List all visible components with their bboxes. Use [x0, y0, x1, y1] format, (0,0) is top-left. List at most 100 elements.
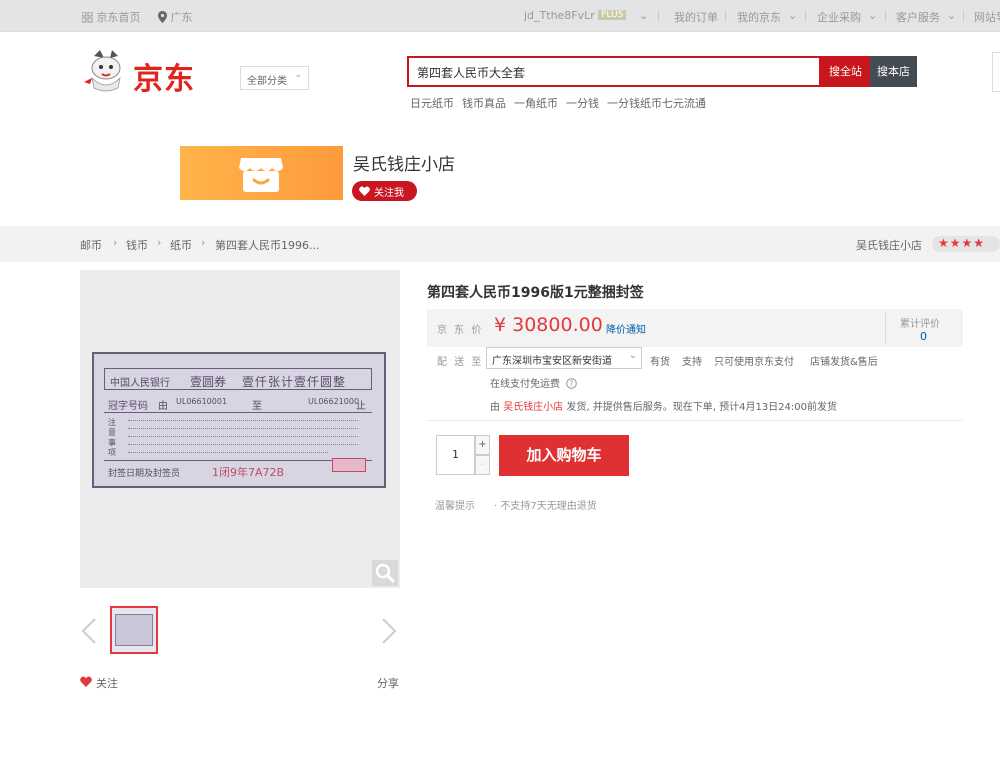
service-item: 只可使用京东支付 [714, 357, 794, 368]
add-to-cart-button[interactable]: 加入购物车 [499, 435, 629, 476]
category-select[interactable]: 全部分类 ⌄ [240, 66, 309, 90]
plus-badge[interactable]: PLUS [598, 10, 627, 20]
share-link[interactable]: 分享 [377, 675, 399, 691]
category-label: 全部分类 [247, 76, 287, 87]
follow-product-link[interactable]: 关注 [96, 675, 118, 691]
fine-print-line [128, 420, 358, 422]
shop-rating[interactable]: ★★★★ [932, 236, 1000, 252]
fine-print-line [128, 452, 328, 454]
red-seal-stamp [332, 458, 366, 472]
username-link[interactable]: jd_Tthe8FvLr [524, 9, 595, 22]
chevron-down-icon: ⌄ [294, 70, 302, 80]
banknote-seal-label-image: 中国人民银行 壹圆券 壹仟张计壹仟圆整 冠字号码 由 UL06610001 至 … [92, 352, 386, 488]
ticket-stamp-label: 封签日期及封签员 [108, 469, 181, 479]
fine-print-line [128, 428, 358, 430]
product-title: 第四套人民币1996版1元整捆封签 [427, 285, 644, 301]
chevron-right-icon: › [157, 236, 162, 249]
jd-dog-icon [84, 50, 121, 92]
breadcrumb [0, 226, 1000, 262]
question-icon[interactable]: ? [566, 378, 577, 389]
fine-print-line [128, 436, 358, 438]
divider [805, 10, 806, 22]
chevron-down-icon: ⌄ [947, 9, 957, 22]
search-all-button[interactable]: 搜全站 [821, 56, 870, 87]
search-store-button[interactable]: 搜本店 [870, 56, 917, 87]
address-select[interactable]: 广东深圳市宝安区新安街道 ⌄ [486, 347, 642, 369]
side-toolbar-edge[interactable] [992, 52, 1000, 92]
ticket-from: 由 [158, 401, 168, 412]
ship-shop-link[interactable]: 吴氏钱庄小店 [503, 402, 563, 413]
hot-word-link[interactable]: 日元纸币 [410, 95, 454, 111]
breadcrumb-item[interactable]: 纸币 [170, 237, 192, 253]
quantity-decrease-button[interactable]: - [475, 455, 490, 475]
location-label: 广东 [170, 11, 193, 24]
divider [104, 412, 372, 413]
customer-service-link[interactable]: 客户服务 [896, 9, 940, 25]
tip-value: · 不支持7天无理由退货 [494, 501, 597, 512]
site-nav-link[interactable]: 网站导航 [974, 9, 1000, 25]
hot-word-link[interactable]: 一分钱 [566, 95, 599, 111]
hot-word-link[interactable]: 钱币真品 [462, 95, 506, 111]
follow-shop-button[interactable]: 关注我 [352, 181, 417, 201]
prev-image-button[interactable] [80, 617, 98, 645]
jd-mascot-logo[interactable] [82, 48, 132, 92]
thumbnail-preview [115, 614, 153, 646]
ticket-bank: 中国人民银行 [110, 378, 170, 389]
breadcrumb-item[interactable]: 钱币 [126, 237, 148, 253]
hot-word-link[interactable]: 一角纸币 [514, 95, 558, 111]
grid-icon [82, 12, 93, 23]
chevron-right-icon: › [201, 236, 206, 249]
home-link[interactable]: 京东首页 [82, 9, 141, 25]
jd-logo-text[interactable]: 京东 [133, 54, 195, 98]
divider [725, 10, 726, 22]
my-orders-link[interactable]: 我的订单 [674, 9, 718, 25]
ship-prefix: 由 [490, 402, 500, 413]
divider [885, 10, 886, 22]
my-jd-link[interactable]: 我的京东 [737, 9, 781, 25]
enterprise-link[interactable]: 企业采购 [817, 9, 861, 25]
shop-banner[interactable] [180, 146, 343, 200]
divider [885, 312, 886, 344]
chevron-down-icon: ⌄ [868, 9, 878, 22]
address-value: 广东深圳市宝安区新安街道 [492, 356, 612, 367]
breadcrumb-shop-link[interactable]: 吴氏钱庄小店 [856, 237, 922, 253]
location-pin-icon [158, 11, 167, 23]
shop-name[interactable]: 吴氏钱庄小店 [353, 150, 455, 175]
zoom-button[interactable] [372, 560, 398, 586]
tip-label: 温馨提示 [435, 501, 475, 512]
heart-icon [359, 186, 370, 196]
svg-text:?: ? [570, 379, 574, 388]
ticket-serial-to: UL06621000 [308, 397, 360, 406]
service-item: 店铺发货&售后 [810, 357, 878, 368]
heart-icon[interactable] [80, 676, 92, 687]
review-count-link[interactable]: 0 [920, 330, 927, 343]
ticket-serial-from: UL06610001 [176, 397, 228, 406]
divider [658, 10, 659, 22]
ticket-to: 至 [252, 401, 262, 412]
home-label: 京东首页 [96, 11, 141, 24]
chevron-down-icon: ⌄ [628, 350, 637, 361]
hot-word-link[interactable]: 一分钱纸币七元流通 [607, 95, 706, 111]
free-shipping-label: 在线支付免运费 [490, 379, 560, 390]
free-shipping-note: 在线支付免运费 ? [490, 375, 577, 390]
breadcrumb-item[interactable]: 邮币 [80, 237, 102, 253]
follow-label: 关注我 [374, 188, 404, 199]
price-drop-notify-link[interactable]: 降价通知 [606, 321, 646, 336]
search-input[interactable]: 第四套人民币大全套 [407, 56, 821, 87]
breadcrumb-current[interactable]: 第四套人民币1996... [215, 237, 319, 253]
chevron-right-icon: › [113, 236, 118, 249]
ticket-denomination: 壹圆券 [190, 375, 227, 389]
quantity-increase-button[interactable]: + [475, 435, 490, 455]
ticket-serial-label: 冠字号码 [108, 401, 148, 412]
thumbnail-image[interactable] [110, 606, 158, 654]
next-image-button[interactable] [380, 617, 398, 645]
magnifier-icon [375, 563, 396, 584]
location-selector[interactable]: 广东 [158, 9, 193, 25]
stock-status: 有货 [650, 357, 670, 368]
divider [963, 10, 964, 22]
ship-suffix: 发货, 并提供售后服务。现在下单, 预计4月13日24:00前发货 [566, 402, 837, 413]
quantity-input[interactable]: 1 [436, 435, 475, 475]
store-icon [239, 158, 283, 192]
chevron-left-icon [81, 618, 96, 644]
fine-print-line [128, 444, 358, 446]
